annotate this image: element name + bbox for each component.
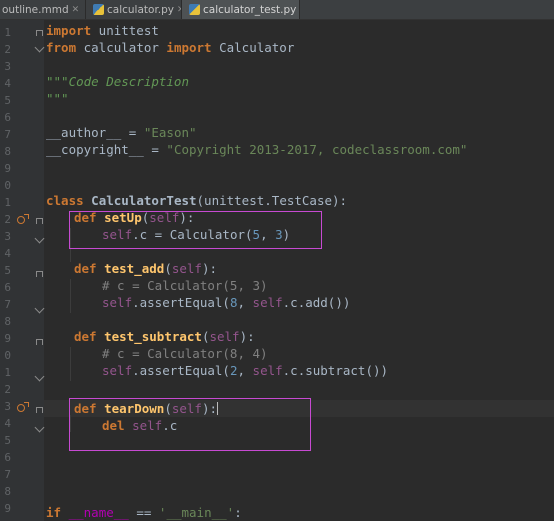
fold-close-icon[interactable] (34, 422, 45, 433)
override-method-icon[interactable] (17, 402, 29, 412)
close-icon[interactable]: ✕ (72, 5, 80, 15)
highlight-box-teardown (69, 398, 311, 451)
code-line: self.assertEqual(8, self.c.add()) (102, 295, 351, 310)
tab-calculator-py[interactable]: calculator.py ✕ (86, 0, 182, 19)
override-method-icon[interactable] (17, 214, 29, 224)
fold-close-icon[interactable] (34, 233, 45, 244)
line-number: 1 (4, 26, 11, 39)
fold-open-icon[interactable] (36, 407, 43, 413)
line-number: 1 (4, 366, 11, 379)
code-line: """ (46, 91, 69, 106)
line-number: 6 (4, 281, 11, 294)
code-line: self.assertEqual(2, self.c.subtract()) (102, 363, 389, 378)
line-number: 5 (4, 264, 11, 277)
code-line: # c = Calculator(5, 3) (102, 278, 268, 293)
fold-open-icon[interactable] (36, 30, 43, 36)
line-number: 6 (4, 451, 11, 464)
tab-label: outline.mmd (2, 3, 69, 16)
line-number: 5 (4, 434, 11, 447)
line-number: 8 (4, 315, 11, 328)
line-number: 6 (4, 111, 11, 124)
line-number: 2 (4, 383, 11, 396)
line-number: 0 (4, 179, 11, 192)
tab-label: calculator_test.py (203, 3, 297, 16)
line-number: 4 (4, 247, 11, 260)
fold-close-icon[interactable] (34, 303, 45, 314)
line-number: 3 (4, 60, 11, 73)
line-number: 2 (4, 213, 11, 226)
code-line: import unittest (46, 23, 159, 38)
tab-calculator-test-py[interactable]: calculator_test.py ✕ (182, 0, 300, 19)
line-number: 7 (4, 298, 11, 311)
line-number: 3 (4, 230, 11, 243)
fold-close-icon[interactable] (34, 42, 45, 53)
line-number: 4 (4, 77, 11, 90)
close-icon[interactable]: ✕ (299, 5, 300, 15)
code-line: """Code Description (46, 74, 189, 89)
code-line: class CalculatorTest(unittest.TestCase): (46, 193, 348, 208)
line-number: 2 (4, 43, 11, 56)
code-line: __copyright__ = "Copyright 2013-2017, co… (46, 142, 468, 157)
line-number: 9 (4, 332, 11, 345)
line-number: 0 (4, 349, 11, 362)
python-file-icon (93, 4, 104, 15)
line-number: 9 (4, 502, 11, 515)
fold-open-icon[interactable] (36, 339, 43, 345)
line-number: 8 (4, 485, 11, 498)
code-line: from calculator import Calculator (46, 40, 295, 55)
line-number: 8 (4, 145, 11, 158)
indent-guide (70, 347, 71, 381)
line-number: 1 (4, 196, 11, 209)
tab-label: calculator.py (107, 3, 175, 16)
code-line: if __name__ == '__main__': (46, 505, 242, 520)
code-line: __author__ = "Eason" (46, 125, 197, 140)
python-file-icon (189, 4, 200, 15)
code-line: def test_add(self): (74, 261, 218, 276)
line-number: 4 (4, 417, 11, 430)
code-line: def test_subtract(self): (74, 329, 255, 344)
line-number: 7 (4, 128, 11, 141)
line-number: 3 (4, 400, 11, 413)
line-number: 7 (4, 468, 11, 481)
line-number: 5 (4, 94, 11, 107)
tab-outline-mmd[interactable]: outline.mmd ✕ (0, 0, 86, 19)
code-line: # c = Calculator(8, 4) (102, 346, 268, 361)
fold-close-icon[interactable] (34, 371, 45, 382)
line-number-gutter[interactable]: 1 2 3 4 5 6 7 8 9 0 1 2 3 4 5 6 7 8 9 0 … (0, 20, 45, 521)
indent-guide (70, 279, 71, 313)
editor-tab-bar: outline.mmd ✕ calculator.py ✕ calculator… (0, 0, 554, 20)
fold-open-icon[interactable] (36, 271, 43, 277)
line-number: 9 (4, 162, 11, 175)
highlight-box-setup (69, 211, 322, 249)
code-editor[interactable]: import unittest from calculator import C… (44, 20, 554, 521)
fold-open-icon[interactable] (36, 218, 43, 224)
